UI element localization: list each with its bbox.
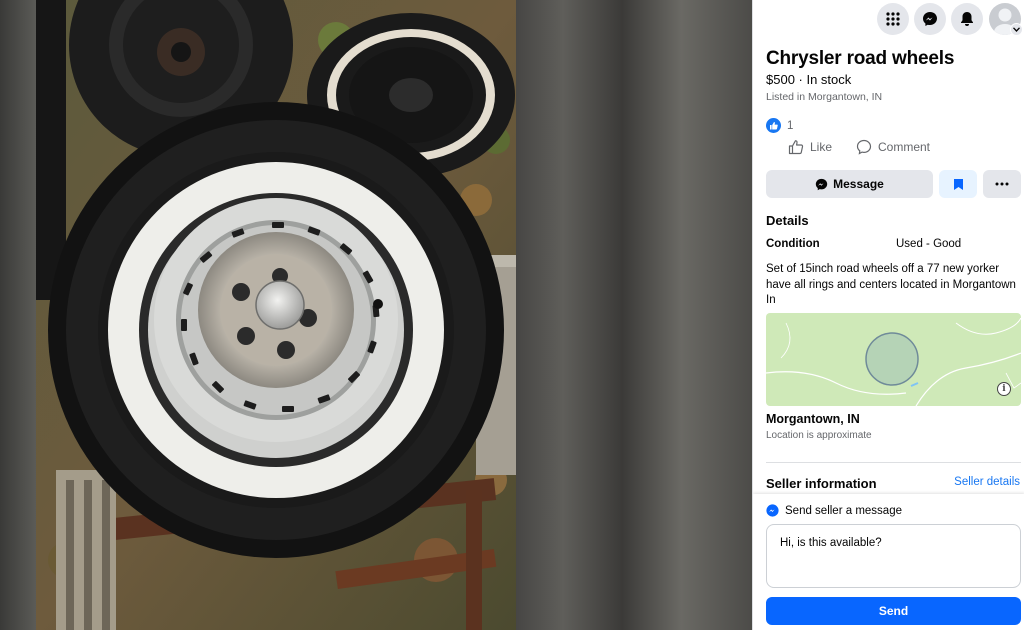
account-menu-chevron[interactable] [1010,23,1023,36]
reaction-summary[interactable]: 1 [766,118,793,133]
messenger-icon [815,178,828,190]
message-seller-button[interactable]: Message [766,170,933,198]
comment-button[interactable]: Comment [856,139,930,155]
notifications-bell-icon [961,12,973,26]
listing-details-panel: Chrysler road wheels $500 · In stock Lis… [752,0,1024,630]
like-reaction-icon [766,118,781,133]
notifications-button[interactable] [951,3,983,35]
like-button[interactable]: Like [788,139,832,155]
seller-information-heading: Seller information [766,476,877,491]
location-map[interactable]: i [766,313,1021,406]
location-approximate-note: Location is approximate [766,430,872,441]
more-options-button[interactable] [983,170,1021,198]
comment-label: Comment [878,140,931,154]
menu-grid-button[interactable] [877,3,909,35]
photo-blur-background-left [0,0,36,630]
map-drawing [766,317,1021,406]
top-navigation [753,0,1024,38]
listing-price-status: $500 · In stock [766,72,852,87]
photo-viewer [0,0,752,630]
messenger-icon [766,504,779,517]
main-wheel [48,102,504,558]
send-button[interactable]: Send [766,597,1021,625]
details-heading: Details [766,213,809,228]
listing-description: Set of 15inch road wheels off a 77 new y… [766,263,1016,306]
menu-grid-icon [886,12,900,26]
map-info-icon[interactable]: i [997,382,1011,396]
comment-bubble-icon [856,139,872,155]
messenger-icon [923,12,937,26]
message-input[interactable]: Hi, is this available? [766,524,1021,588]
seller-details-link[interactable]: Seller details [954,476,1020,488]
send-seller-message-header: Send seller a message [766,504,902,517]
save-listing-button[interactable] [939,170,977,198]
condition-label: Condition [766,238,820,250]
send-seller-message-label: Send seller a message [785,504,902,517]
more-horizontal-icon [995,182,1009,186]
photo-blur-background-right [516,0,752,630]
listing-title: Chrysler road wheels [766,48,955,69]
chevron-down-icon [1013,27,1020,32]
location-name: Morgantown, IN [766,412,860,426]
message-compose-box: Send seller a message Hi, is this availa… [753,494,1024,630]
approximate-location-circle [865,332,919,386]
listing-photo[interactable] [36,0,516,630]
like-label: Like [810,140,833,154]
listing-location-line: Listed in Morgantown, IN [766,91,883,103]
messenger-button[interactable] [914,3,946,35]
section-divider [766,462,1021,463]
thumbs-up-icon [788,140,804,155]
reaction-count: 1 [787,119,794,132]
message-button-label: Message [833,177,884,191]
bookmark-icon [953,178,963,190]
condition-value: Used - Good [896,238,962,250]
